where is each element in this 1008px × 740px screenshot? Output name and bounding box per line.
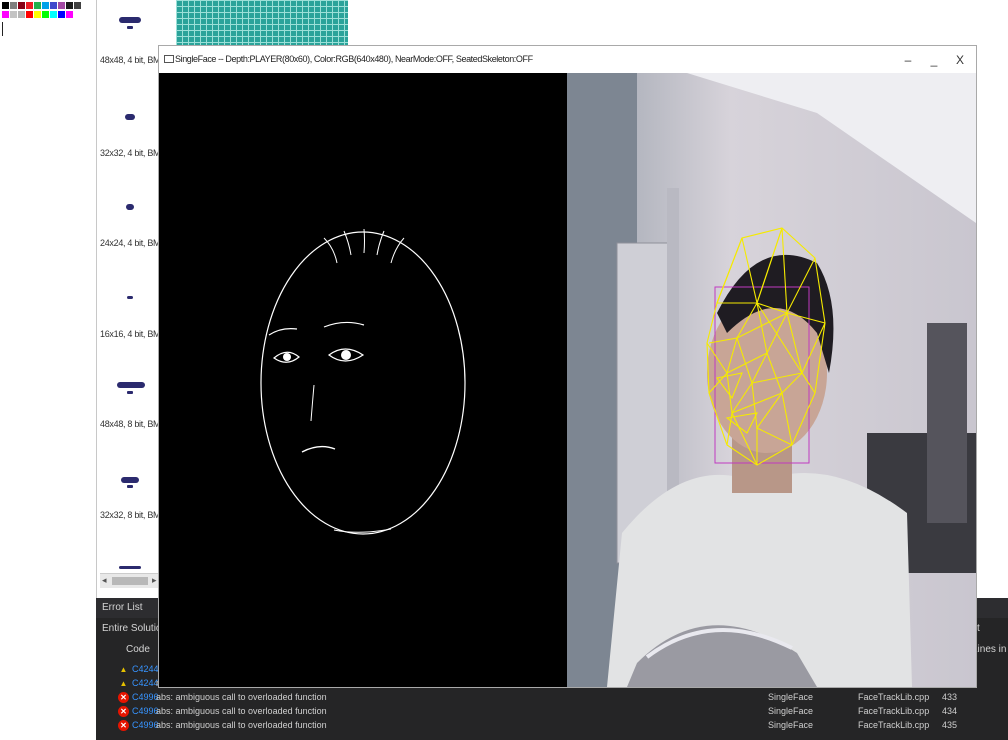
singleface-window[interactable]: SingleFace -- Depth:PLAYER(80x60), Color… — [159, 46, 976, 687]
palette-swatch[interactable] — [10, 2, 17, 9]
palette-swatch[interactable] — [2, 2, 9, 9]
error-row[interactable]: ✕ C4996 abs: ambiguous call to overloaded … — [96, 720, 1008, 733]
error-row[interactable]: ✕ C4996 abs: ambiguous call to overloaded … — [96, 706, 1008, 719]
palette-swatch[interactable] — [18, 2, 25, 9]
icon-format-label: 16x16, 4 bit, BMP — [100, 329, 166, 339]
error-description: abs: ambiguous call to overloaded functi… — [156, 720, 327, 730]
palette-swatch[interactable] — [74, 11, 81, 18]
error-icon: ✕ — [118, 720, 129, 731]
error-project: SingleFace — [768, 720, 814, 730]
error-scope-dropdown[interactable]: Entire Solution — [102, 623, 167, 634]
icon-format-label: 48x48, 4 bit, BMP — [100, 55, 166, 65]
error-list-title: Error List — [102, 602, 143, 613]
error-project: SingleFace — [768, 692, 814, 702]
lines-column-header[interactable]: Lines in S — [972, 644, 1008, 655]
palette-swatch[interactable] — [66, 2, 73, 9]
error-description: abs: ambiguous call to overloaded functi… — [156, 692, 327, 702]
palette-swatch[interactable] — [34, 11, 41, 18]
icon-preview-dot — [127, 485, 133, 488]
palette-swatch[interactable] — [10, 11, 17, 18]
palette-swatch[interactable] — [26, 2, 33, 9]
error-code: C4244 — [132, 678, 159, 688]
error-line: 435 — [942, 720, 958, 730]
app-icon — [164, 55, 174, 63]
icon-preview — [126, 204, 134, 210]
error-line: 433 — [942, 692, 958, 702]
icon-entry[interactable]: 24x24, 4 bit, BMP — [97, 180, 166, 250]
error-code: C4996 — [132, 720, 159, 730]
icon-format-label: 24x24, 4 bit, BMP — [100, 238, 166, 248]
icon-entry[interactable]: 32x32, 8 bit, BMP — [97, 450, 166, 520]
icon-preview — [127, 296, 133, 299]
icon-preview-dot — [127, 391, 133, 394]
error-file: FaceTrackLib.cpp — [858, 692, 930, 702]
maximize-button[interactable]: _ — [923, 52, 945, 68]
egg-avatar-face — [260, 228, 466, 535]
palette-swatch[interactable] — [26, 11, 33, 18]
horizontal-scrollbar[interactable]: ◂ ▸ — [100, 573, 160, 588]
error-row[interactable]: ✕ C4996 abs: ambiguous call to overloaded … — [96, 692, 1008, 705]
title-bar[interactable]: SingleFace -- Depth:PLAYER(80x60), Color… — [159, 46, 976, 73]
error-code: C4996 — [132, 692, 159, 702]
warning-icon: ▲ — [119, 665, 128, 674]
avatar-view — [159, 73, 567, 687]
color-palette[interactable] — [0, 0, 96, 40]
close-button[interactable]: X — [949, 52, 971, 68]
icon-preview — [121, 477, 139, 483]
icon-preview-dot — [127, 26, 133, 29]
error-code: C4244 — [132, 664, 159, 674]
scroll-right-icon[interactable]: ▸ — [152, 575, 157, 586]
icon-entry[interactable]: 16x16, 4 bit, BMP — [97, 270, 166, 340]
icon-entry[interactable]: 48x48, 8 bit, BMP — [97, 360, 166, 430]
palette-cursor — [2, 22, 3, 36]
error-icon: ✕ — [118, 706, 129, 717]
error-description: abs: ambiguous call to overloaded functi… — [156, 706, 327, 716]
palette-swatch[interactable] — [50, 11, 57, 18]
palette-swatch[interactable] — [50, 2, 57, 9]
error-file: FaceTrackLib.cpp — [858, 706, 930, 716]
warning-icon: ▲ — [119, 679, 128, 688]
icon-preview — [119, 17, 141, 23]
scrollbar-thumb[interactable] — [112, 577, 148, 585]
palette-swatch[interactable] — [66, 11, 73, 18]
palette-swatch[interactable] — [2, 11, 9, 18]
camera-view — [567, 73, 976, 687]
icon-format-label: 32x32, 8 bit, BMP — [100, 510, 166, 520]
icon-format-label: 48x48, 8 bit, BMP — [100, 419, 166, 429]
palette-swatch[interactable] — [42, 2, 49, 9]
icon-entry[interactable]: 32x32, 4 bit, BMP — [97, 90, 166, 160]
camera-feed — [567, 73, 976, 687]
palette-swatch[interactable] — [58, 2, 65, 9]
minimize-button[interactable]: – — [897, 52, 919, 68]
code-column-header[interactable]: Code — [126, 644, 150, 655]
icon-entry[interactable] — [97, 540, 161, 570]
error-file: FaceTrackLib.cpp — [858, 720, 930, 730]
error-line: 434 — [942, 706, 958, 716]
window-title: SingleFace -- Depth:PLAYER(80x60), Color… — [175, 54, 533, 64]
palette-swatch[interactable] — [42, 11, 49, 18]
scroll-left-icon[interactable]: ◂ — [102, 575, 107, 586]
palette-swatch[interactable] — [74, 2, 81, 9]
pixel-grid-editor[interactable] — [176, 0, 348, 46]
icon-image-list[interactable]: 32x32, 4 bit, BMP 24x24, 4 bit, BMP 16x1… — [96, 0, 166, 598]
error-project: SingleFace — [768, 706, 814, 716]
icon-preview — [125, 114, 135, 120]
palette-swatch[interactable] — [58, 11, 65, 18]
palette-swatch[interactable] — [18, 11, 25, 18]
palette-swatch[interactable] — [34, 2, 41, 9]
error-code: C4996 — [132, 706, 159, 716]
icon-preview — [117, 382, 145, 388]
error-icon: ✕ — [118, 692, 129, 703]
icon-preview — [119, 566, 141, 569]
icon-format-label: 32x32, 4 bit, BMP — [100, 148, 166, 158]
